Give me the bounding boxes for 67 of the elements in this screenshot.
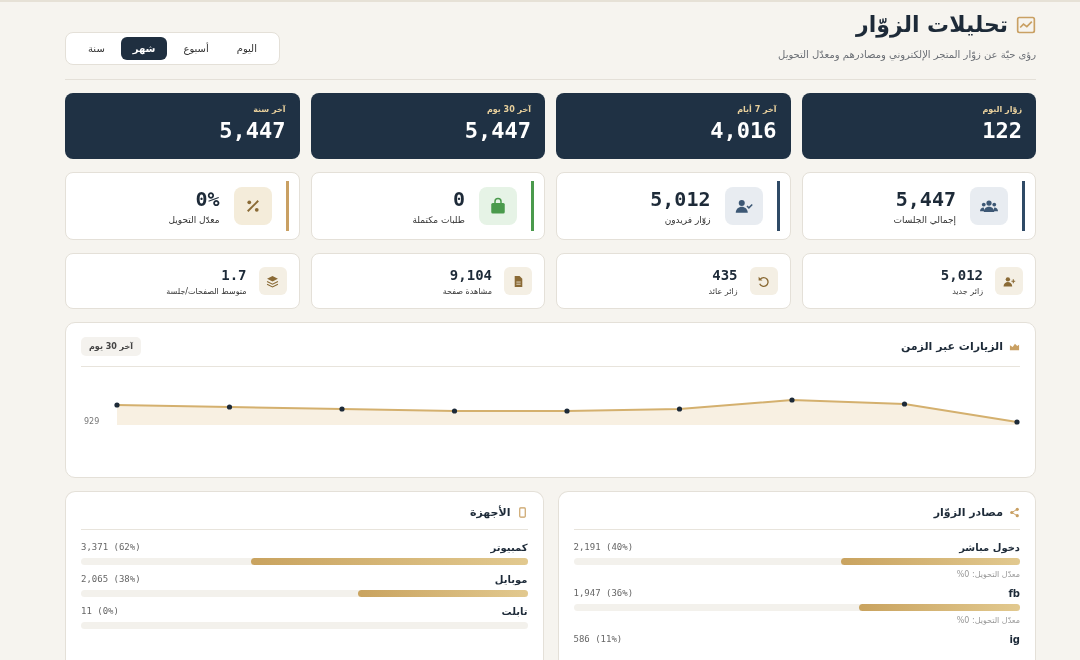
data-point (1014, 419, 1020, 425)
kpi-label: زوّار فريدون (664, 215, 711, 225)
summary-label: آخر سنة (253, 105, 286, 114)
kpi-value: 0% (195, 187, 220, 211)
conversion-rate: معدّل التحويل: 0% (955, 570, 1020, 579)
line-chart-icon (1016, 14, 1036, 35)
summary-value: 4,016 (710, 118, 777, 143)
page-subtitle: رؤى حيّة عن زوّار المتجر الإلكتروني ومصادرهم ومعدّل التحويل (778, 49, 1036, 60)
summary-value: 5,447 (219, 118, 286, 143)
user-plus-icon (1002, 274, 1016, 288)
stat-value: 5,012 (940, 266, 983, 283)
stat-label: متوسط الصفحات/جلسة (166, 286, 247, 296)
data-point (114, 402, 120, 408)
stat-value: 1.7 (221, 266, 247, 283)
range-badge: آخر 30 يوم (81, 337, 142, 356)
page-title: تحليلات الزوّار (856, 12, 1008, 37)
data-point (226, 404, 233, 410)
summary-label: آخر 30 يوم (486, 105, 531, 114)
user-check-icon (734, 197, 753, 215)
summary-value: 122 (982, 118, 1022, 143)
data-point (901, 401, 908, 407)
card-title: الزيارات عبر الزمن (900, 340, 1003, 353)
undo-icon (757, 274, 770, 288)
item-count: 3,371 (62%) (81, 542, 141, 553)
period-tab[interactable]: سنة (76, 37, 117, 60)
summary-label: زوّار اليوم (982, 105, 1022, 114)
share-icon (1009, 507, 1020, 518)
data-point (451, 408, 458, 414)
item-count: 586 (11%) (573, 634, 623, 645)
kpi-value: 5,447 (895, 187, 956, 211)
item-name: ig (1009, 634, 1020, 645)
card-title: الأجهزة (470, 506, 511, 519)
kpi-label: طلبات مكتملة (412, 215, 465, 225)
item-name: موبايل (494, 574, 528, 585)
kpi-label: إجمالي الجلسات (893, 215, 956, 225)
shopping-bag-icon (489, 197, 507, 215)
data-point (564, 408, 570, 414)
item-count: 1,947 (36%) (573, 588, 634, 599)
item-name: كمبيوتر (490, 542, 528, 553)
kpi-value: 0 (452, 187, 465, 211)
period-tab[interactable]: اليوم (224, 37, 269, 60)
kpi-label: معدّل التحويل (168, 215, 220, 225)
kpi-value: 5,012 (650, 187, 711, 211)
layers-icon (266, 274, 279, 288)
period-tab[interactable]: شهر (120, 37, 168, 60)
item-count: 11 (0%) (81, 606, 119, 617)
people-icon (980, 197, 998, 215)
phone-icon (516, 507, 528, 518)
item-name: دخول مباشر (959, 542, 1020, 553)
axis-label: 929 (84, 417, 100, 426)
conversion-rate: معدّل التحويل: 0% (955, 616, 1020, 625)
summary-value: 5,447 (464, 118, 531, 143)
stat-label: زائر جديد (952, 286, 983, 296)
stat-label: مشاهدة صفحة (442, 286, 492, 296)
summary-label: آخر 7 أيام (737, 105, 777, 114)
stat-label: زائر عائد (708, 286, 738, 296)
period-tab[interactable]: أسبوع (171, 37, 221, 60)
data-point (339, 406, 345, 412)
data-point (789, 397, 795, 403)
item-name: fb (1008, 588, 1020, 599)
card-title: مصادر الزوّار (933, 506, 1003, 519)
item-count: 2,191 (40%) (573, 542, 634, 553)
item-name: تابلت (501, 606, 528, 617)
data-point (676, 406, 683, 412)
stat-value: 435 (712, 266, 738, 283)
stat-value: 9,104 (449, 266, 492, 283)
item-count: 2,065 (38%) (81, 574, 141, 585)
